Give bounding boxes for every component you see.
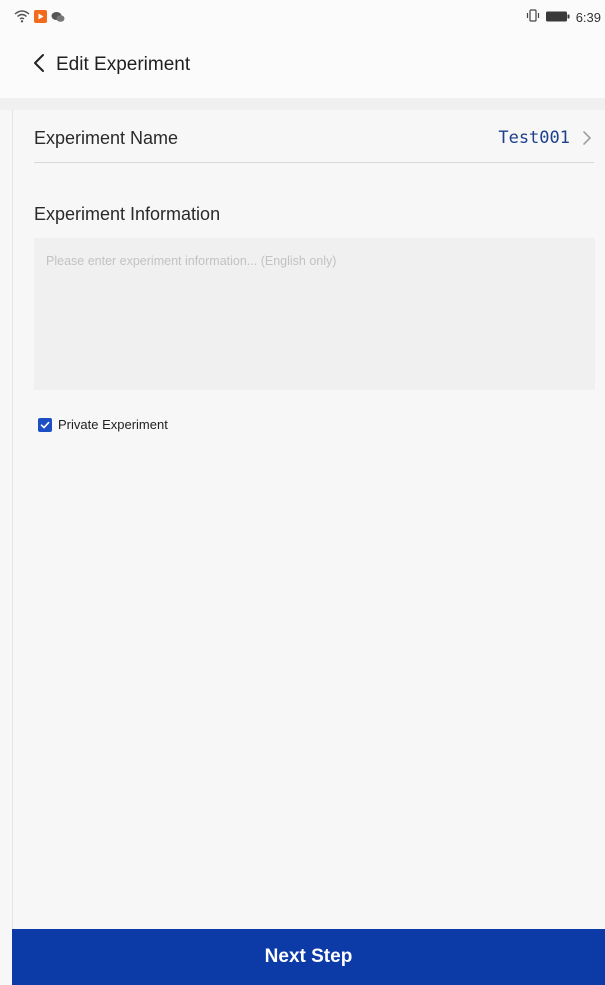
chevron-right-icon — [580, 129, 594, 147]
wechat-icon — [51, 10, 65, 28]
wifi-icon — [14, 10, 30, 28]
experiment-name-label: Experiment Name — [34, 128, 179, 148]
notification-app-icon — [34, 10, 47, 28]
status-bar: 6:39 — [0, 0, 605, 32]
page-title: Edit Experiment — [56, 54, 191, 75]
experiment-information-input[interactable] — [34, 238, 595, 390]
back-button[interactable] — [28, 52, 50, 78]
private-experiment-label: Private Experiment — [58, 417, 168, 432]
header-divider — [0, 98, 605, 110]
checkbox-checked-icon[interactable] — [38, 417, 52, 432]
experiment-name-row[interactable]: Experiment Name Test001 — [34, 112, 594, 163]
private-experiment-checkbox[interactable]: Private Experiment — [38, 417, 168, 432]
status-left-icons — [14, 10, 65, 28]
screen-edge-divider — [0, 0, 13, 985]
experiment-name-value: Test001 — [498, 128, 570, 148]
next-step-button[interactable]: Next Step — [12, 929, 605, 985]
vibrate-icon — [526, 9, 540, 25]
experiment-information-label: Experiment Information — [34, 204, 221, 224]
edit-experiment-screen: 6:39 Edit Experiment Experiment Name Tes… — [0, 0, 605, 985]
battery-icon — [545, 10, 570, 25]
app-header: Edit Experiment — [0, 32, 605, 98]
status-right-icons: 6:39 — [526, 9, 601, 25]
status-time: 6:39 — [575, 9, 601, 25]
chevron-left-icon — [33, 53, 45, 78]
